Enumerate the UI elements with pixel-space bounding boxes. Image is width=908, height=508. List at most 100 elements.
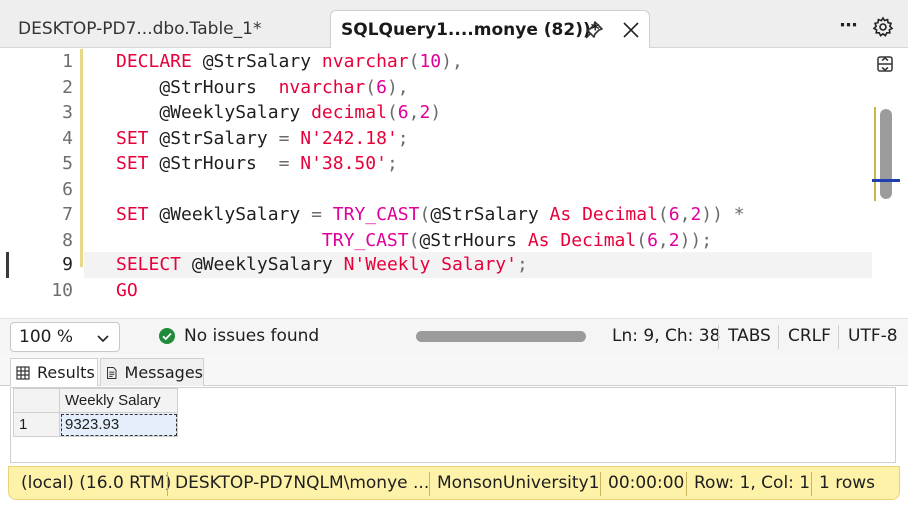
divider xyxy=(838,325,839,349)
results-tab-strip: Results Messages xyxy=(0,354,908,386)
scrollbar-thumb[interactable] xyxy=(880,109,892,199)
code-token: @WeeklySalary xyxy=(148,204,312,225)
horizontal-scrollbar-thumb[interactable] xyxy=(416,331,586,342)
results-grid[interactable]: Weekly Salary 1 9323.93 xyxy=(10,387,896,463)
row-count: 1 rows xyxy=(819,473,875,493)
tab-messages[interactable]: Messages xyxy=(100,358,204,386)
code-token: SET xyxy=(116,128,149,149)
code-token: Decimal xyxy=(560,230,637,251)
line-number: 1 xyxy=(62,51,73,72)
code-token: TRY_CAST xyxy=(321,230,409,251)
close-icon[interactable] xyxy=(620,19,642,41)
column-header[interactable]: Weekly Salary xyxy=(59,388,178,413)
code-token: ( xyxy=(386,102,398,123)
login-name: DESKTOP-PD7NQLM\monye ... xyxy=(175,473,430,493)
zoom-value: 100 % xyxy=(19,327,74,347)
code-line[interactable]: TRY_CAST(@StrHours As Decimal(6,2)); xyxy=(116,228,712,254)
code-token: = xyxy=(278,153,290,174)
code-token: @StrHours xyxy=(148,153,279,174)
code-token: ( xyxy=(657,204,669,225)
line-ending[interactable]: CRLF xyxy=(788,326,831,346)
table-header-row: Weekly Salary xyxy=(13,388,178,413)
code-token: 6 xyxy=(647,230,658,251)
code-token: , xyxy=(679,204,691,225)
code-token: )) * xyxy=(701,204,745,225)
code-token: , xyxy=(657,230,669,251)
code-token: ; xyxy=(397,128,409,149)
code-token: Decimal xyxy=(582,204,658,225)
encoding[interactable]: UTF-8 xyxy=(848,326,898,346)
tab-label: Messages xyxy=(124,363,203,382)
code-line[interactable]: @StrHours nvarchar(6), xyxy=(116,75,409,101)
code-token: 2 xyxy=(419,102,431,123)
code-token: = xyxy=(278,128,290,149)
divider xyxy=(811,472,812,496)
divider xyxy=(167,472,168,496)
line-number: 10 xyxy=(51,280,73,301)
code-token: ( xyxy=(408,51,420,72)
code-line[interactable]: SET @StrSalary = N'242.18'; xyxy=(116,126,409,152)
document-tab-bar: DESKTOP-PD7...dbo.Table_1* SQLQuery1....… xyxy=(0,0,908,48)
code-token: ), xyxy=(386,77,409,98)
code-token: ), xyxy=(441,51,463,72)
gear-icon[interactable] xyxy=(872,16,894,38)
code-line[interactable]: GO xyxy=(116,278,138,304)
code-token: @WeeklySalary xyxy=(116,102,312,123)
row-number[interactable]: 1 xyxy=(13,412,60,437)
line-number: 8 xyxy=(62,230,73,251)
editor-status-strip: 100 % No issues found Ln: 9, Ch: 38 TABS… xyxy=(0,318,908,354)
split-editor-icon[interactable] xyxy=(874,53,896,75)
code-line[interactable]: @WeeklySalary decimal(6,2) xyxy=(116,100,441,126)
indent-mode[interactable]: TABS xyxy=(728,326,771,346)
tab-title: SQLQuery1....monye (82))* xyxy=(341,19,600,40)
divider xyxy=(686,472,687,496)
tab-results[interactable]: Results xyxy=(10,358,98,386)
code-token: ; xyxy=(386,153,398,174)
line-number-gutter: 1 2 3 4 5 6 7 8 9 10 xyxy=(0,49,82,317)
code-token: @StrSalary xyxy=(191,51,322,72)
code-token: 6 xyxy=(668,204,680,225)
code-line[interactable]: SET @WeeklySalary = TRY_CAST(@StrSalary … xyxy=(116,202,745,228)
row-header-corner[interactable] xyxy=(13,388,60,413)
code-token: = xyxy=(311,204,322,225)
more-options-icon[interactable]: ⋯ xyxy=(836,14,862,40)
scrollbar-caret-marker xyxy=(872,179,900,182)
grid-icon xyxy=(16,365,30,380)
code-token: N'242.18' xyxy=(300,128,398,149)
code-token: As xyxy=(549,204,572,225)
tab-table-designer[interactable]: DESKTOP-PD7...dbo.Table_1* xyxy=(8,10,326,48)
pin-icon[interactable] xyxy=(583,19,605,41)
divider xyxy=(778,325,779,349)
code-token: @StrSalary xyxy=(430,204,550,225)
document-icon xyxy=(107,366,117,379)
code-line[interactable]: SELECT @WeeklySalary N'Weekly Salary'; xyxy=(116,252,528,278)
scrollbar-change-mark xyxy=(874,107,876,201)
tab-sql-query[interactable]: SQLQuery1....monye (82))* xyxy=(330,10,650,48)
zoom-select[interactable]: 100 % xyxy=(10,322,120,352)
tab-title: DESKTOP-PD7...dbo.Table_1* xyxy=(18,19,262,39)
table-cell[interactable]: 9323.93 xyxy=(59,412,178,437)
code-token: @WeeklySalary xyxy=(181,254,344,275)
code-token: nvarchar xyxy=(321,51,409,72)
check-circle-icon xyxy=(159,328,175,344)
code-token: , xyxy=(408,102,420,123)
code-token: ) xyxy=(430,102,442,123)
issues-status[interactable]: No issues found xyxy=(184,326,319,346)
code-editor[interactable]: 1 2 3 4 5 6 7 8 9 10 DECLARE @StrSalary … xyxy=(0,49,908,317)
code-line[interactable]: SET @StrHours = N'38.50'; xyxy=(116,151,398,177)
code-token: 6 xyxy=(376,77,387,98)
code-token: GO xyxy=(116,280,138,301)
cursor-position[interactable]: Ln: 9, Ch: 38 xyxy=(612,326,720,346)
vertical-scrollbar[interactable] xyxy=(872,105,900,255)
code-line[interactable]: DECLARE @StrSalary nvarchar(10), xyxy=(116,49,463,75)
line-number: 5 xyxy=(62,153,73,174)
tab-label: Results xyxy=(37,363,95,382)
code-token: @StrHours xyxy=(116,77,279,98)
code-token: 2 xyxy=(690,204,702,225)
code-token: ( xyxy=(636,230,648,251)
